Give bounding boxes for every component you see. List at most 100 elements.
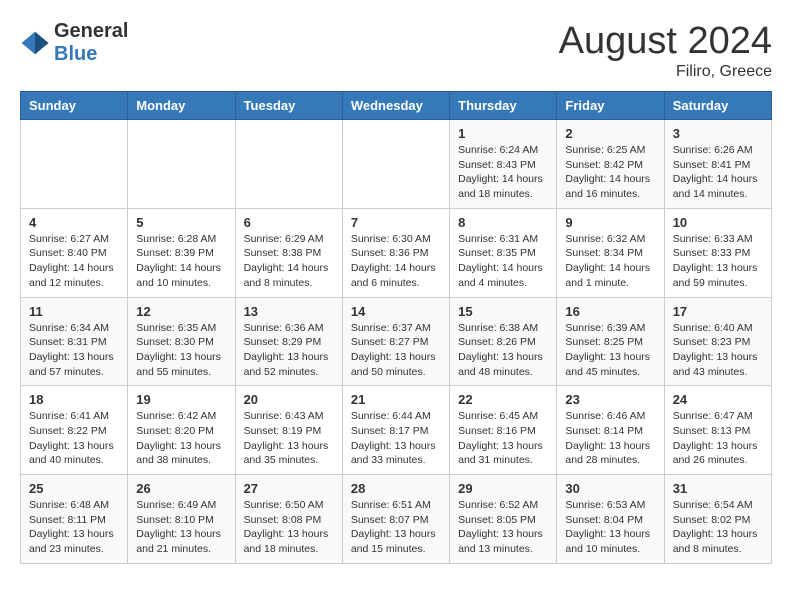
column-header-sunday: Sunday xyxy=(21,92,128,120)
day-cell: 30Sunrise: 6:53 AM Sunset: 8:04 PM Dayli… xyxy=(557,475,664,564)
day-number: 25 xyxy=(29,481,119,496)
day-info: Sunrise: 6:39 AM Sunset: 8:25 PM Dayligh… xyxy=(565,321,655,380)
day-number: 14 xyxy=(351,304,441,319)
day-info: Sunrise: 6:46 AM Sunset: 8:14 PM Dayligh… xyxy=(565,409,655,468)
column-header-monday: Monday xyxy=(128,92,235,120)
week-row-5: 25 Sunrise: 6:48 AM Sunset: 8:11 PM Dayli… xyxy=(21,475,772,564)
day-info: Sunrise: 6:29 AM Sunset: 8:38 PM Dayligh… xyxy=(244,232,334,291)
day-info: Sunrise: 6:54 AM Sunset: 8:02 PM Dayligh… xyxy=(673,498,763,557)
day-info: Sunrise: 6:43 AM Sunset: 8:19 PM Dayligh… xyxy=(244,409,334,468)
day-number: 17 xyxy=(673,304,763,319)
day-cell: 11 Sunrise: 6:34 AM Sunset: 8:31 PM Dayli… xyxy=(21,297,128,386)
week-row-4: 18Sunrise: 6:41 AM Sunset: 8:22 PM Dayli… xyxy=(21,386,772,475)
day-cell: 28 Sunrise: 6:51 AM Sunset: 8:07 PM Dayli… xyxy=(342,475,449,564)
day-number: 30 xyxy=(565,481,655,496)
logo-icon xyxy=(20,28,50,58)
page-header: General Blue August 2024 Filiro, Greece xyxy=(20,20,772,81)
day-cell: 20Sunrise: 6:43 AM Sunset: 8:19 PM Dayli… xyxy=(235,386,342,475)
day-info: Sunrise: 6:31 AM Sunset: 8:35 PM Dayligh… xyxy=(458,232,548,291)
day-cell: 18Sunrise: 6:41 AM Sunset: 8:22 PM Dayli… xyxy=(21,386,128,475)
day-number: 23 xyxy=(565,392,655,407)
day-info: Sunrise: 6:50 AM Sunset: 8:08 PM Dayligh… xyxy=(244,498,334,557)
day-cell: 22 Sunrise: 6:45 AM Sunset: 8:16 PM Dayli… xyxy=(450,386,557,475)
week-row-3: 11 Sunrise: 6:34 AM Sunset: 8:31 PM Dayli… xyxy=(21,297,772,386)
day-cell: 25 Sunrise: 6:48 AM Sunset: 8:11 PM Dayli… xyxy=(21,475,128,564)
day-cell: 12 Sunrise: 6:35 AM Sunset: 8:30 PM Dayli… xyxy=(128,297,235,386)
day-info: Sunrise: 6:35 AM Sunset: 8:30 PM Dayligh… xyxy=(136,321,226,380)
day-info: Sunrise: 6:32 AM Sunset: 8:34 PM Dayligh… xyxy=(565,232,655,291)
day-number: 15 xyxy=(458,304,548,319)
day-number: 31 xyxy=(673,481,763,496)
day-cell: 15 Sunrise: 6:38 AM Sunset: 8:26 PM Dayli… xyxy=(450,297,557,386)
day-info: Sunrise: 6:41 AM Sunset: 8:22 PM Dayligh… xyxy=(29,409,119,468)
logo: General Blue xyxy=(20,20,128,66)
day-cell: 19 Sunrise: 6:42 AM Sunset: 8:20 PM Dayli… xyxy=(128,386,235,475)
day-info: Sunrise: 6:42 AM Sunset: 8:20 PM Dayligh… xyxy=(136,409,226,468)
day-number: 10 xyxy=(673,215,763,230)
calendar-table: SundayMondayTuesdayWednesdayThursdayFrid… xyxy=(20,91,772,564)
day-cell: 3Sunrise: 6:26 AM Sunset: 8:41 PM Daylig… xyxy=(664,120,771,209)
day-cell: 16 Sunrise: 6:39 AM Sunset: 8:25 PM Dayli… xyxy=(557,297,664,386)
day-number: 26 xyxy=(136,481,226,496)
day-number: 11 xyxy=(29,304,119,319)
day-cell: 26 Sunrise: 6:49 AM Sunset: 8:10 PM Dayli… xyxy=(128,475,235,564)
day-info: Sunrise: 6:45 AM Sunset: 8:16 PM Dayligh… xyxy=(458,409,548,468)
day-info: Sunrise: 6:40 AM Sunset: 8:23 PM Dayligh… xyxy=(673,321,763,380)
month-year: August 2024 xyxy=(559,20,772,63)
day-cell: 1 Sunrise: 6:24 AM Sunset: 8:43 PM Daylig… xyxy=(450,120,557,209)
day-number: 6 xyxy=(244,215,334,230)
day-number: 28 xyxy=(351,481,441,496)
day-cell: 5Sunrise: 6:28 AM Sunset: 8:39 PM Daylig… xyxy=(128,208,235,297)
day-cell: 21Sunrise: 6:44 AM Sunset: 8:17 PM Dayli… xyxy=(342,386,449,475)
day-info: Sunrise: 6:51 AM Sunset: 8:07 PM Dayligh… xyxy=(351,498,441,557)
day-cell: 10Sunrise: 6:33 AM Sunset: 8:33 PM Dayli… xyxy=(664,208,771,297)
location: Filiro, Greece xyxy=(559,63,772,81)
column-header-wednesday: Wednesday xyxy=(342,92,449,120)
day-info: Sunrise: 6:26 AM Sunset: 8:41 PM Dayligh… xyxy=(673,143,763,202)
day-cell xyxy=(21,120,128,209)
day-number: 9 xyxy=(565,215,655,230)
day-cell xyxy=(128,120,235,209)
day-number: 19 xyxy=(136,392,226,407)
title-block: August 2024 Filiro, Greece xyxy=(559,20,772,81)
day-info: Sunrise: 6:30 AM Sunset: 8:36 PM Dayligh… xyxy=(351,232,441,291)
day-info: Sunrise: 6:36 AM Sunset: 8:29 PM Dayligh… xyxy=(244,321,334,380)
day-info: Sunrise: 6:52 AM Sunset: 8:05 PM Dayligh… xyxy=(458,498,548,557)
day-number: 16 xyxy=(565,304,655,319)
logo-general-text: General xyxy=(54,20,128,43)
day-cell: 29Sunrise: 6:52 AM Sunset: 8:05 PM Dayli… xyxy=(450,475,557,564)
day-info: Sunrise: 6:49 AM Sunset: 8:10 PM Dayligh… xyxy=(136,498,226,557)
day-cell: 8Sunrise: 6:31 AM Sunset: 8:35 PM Daylig… xyxy=(450,208,557,297)
day-number: 1 xyxy=(458,126,548,141)
day-number: 7 xyxy=(351,215,441,230)
day-cell: 2Sunrise: 6:25 AM Sunset: 8:42 PM Daylig… xyxy=(557,120,664,209)
day-number: 24 xyxy=(673,392,763,407)
day-info: Sunrise: 6:37 AM Sunset: 8:27 PM Dayligh… xyxy=(351,321,441,380)
day-info: Sunrise: 6:38 AM Sunset: 8:26 PM Dayligh… xyxy=(458,321,548,380)
day-cell: 6 Sunrise: 6:29 AM Sunset: 8:38 PM Daylig… xyxy=(235,208,342,297)
day-info: Sunrise: 6:24 AM Sunset: 8:43 PM Dayligh… xyxy=(458,143,548,202)
day-cell xyxy=(235,120,342,209)
logo-blue-text: Blue xyxy=(54,43,97,65)
day-info: Sunrise: 6:48 AM Sunset: 8:11 PM Dayligh… xyxy=(29,498,119,557)
day-cell: 13Sunrise: 6:36 AM Sunset: 8:29 PM Dayli… xyxy=(235,297,342,386)
day-number: 22 xyxy=(458,392,548,407)
day-number: 27 xyxy=(244,481,334,496)
day-cell: 9 Sunrise: 6:32 AM Sunset: 8:34 PM Daylig… xyxy=(557,208,664,297)
day-info: Sunrise: 6:47 AM Sunset: 8:13 PM Dayligh… xyxy=(673,409,763,468)
day-cell: 27 Sunrise: 6:50 AM Sunset: 8:08 PM Dayli… xyxy=(235,475,342,564)
day-number: 2 xyxy=(565,126,655,141)
column-header-tuesday: Tuesday xyxy=(235,92,342,120)
day-cell: 31 Sunrise: 6:54 AM Sunset: 8:02 PM Dayli… xyxy=(664,475,771,564)
calendar-header-row: SundayMondayTuesdayWednesdayThursdayFrid… xyxy=(21,92,772,120)
day-cell: 24 Sunrise: 6:47 AM Sunset: 8:13 PM Dayli… xyxy=(664,386,771,475)
week-row-1: 1 Sunrise: 6:24 AM Sunset: 8:43 PM Daylig… xyxy=(21,120,772,209)
column-header-thursday: Thursday xyxy=(450,92,557,120)
day-cell: 14 Sunrise: 6:37 AM Sunset: 8:27 PM Dayli… xyxy=(342,297,449,386)
week-row-2: 4 Sunrise: 6:27 AM Sunset: 8:40 PM Daylig… xyxy=(21,208,772,297)
day-number: 4 xyxy=(29,215,119,230)
day-number: 12 xyxy=(136,304,226,319)
day-info: Sunrise: 6:27 AM Sunset: 8:40 PM Dayligh… xyxy=(29,232,119,291)
day-info: Sunrise: 6:34 AM Sunset: 8:31 PM Dayligh… xyxy=(29,321,119,380)
day-cell: 17 Sunrise: 6:40 AM Sunset: 8:23 PM Dayli… xyxy=(664,297,771,386)
